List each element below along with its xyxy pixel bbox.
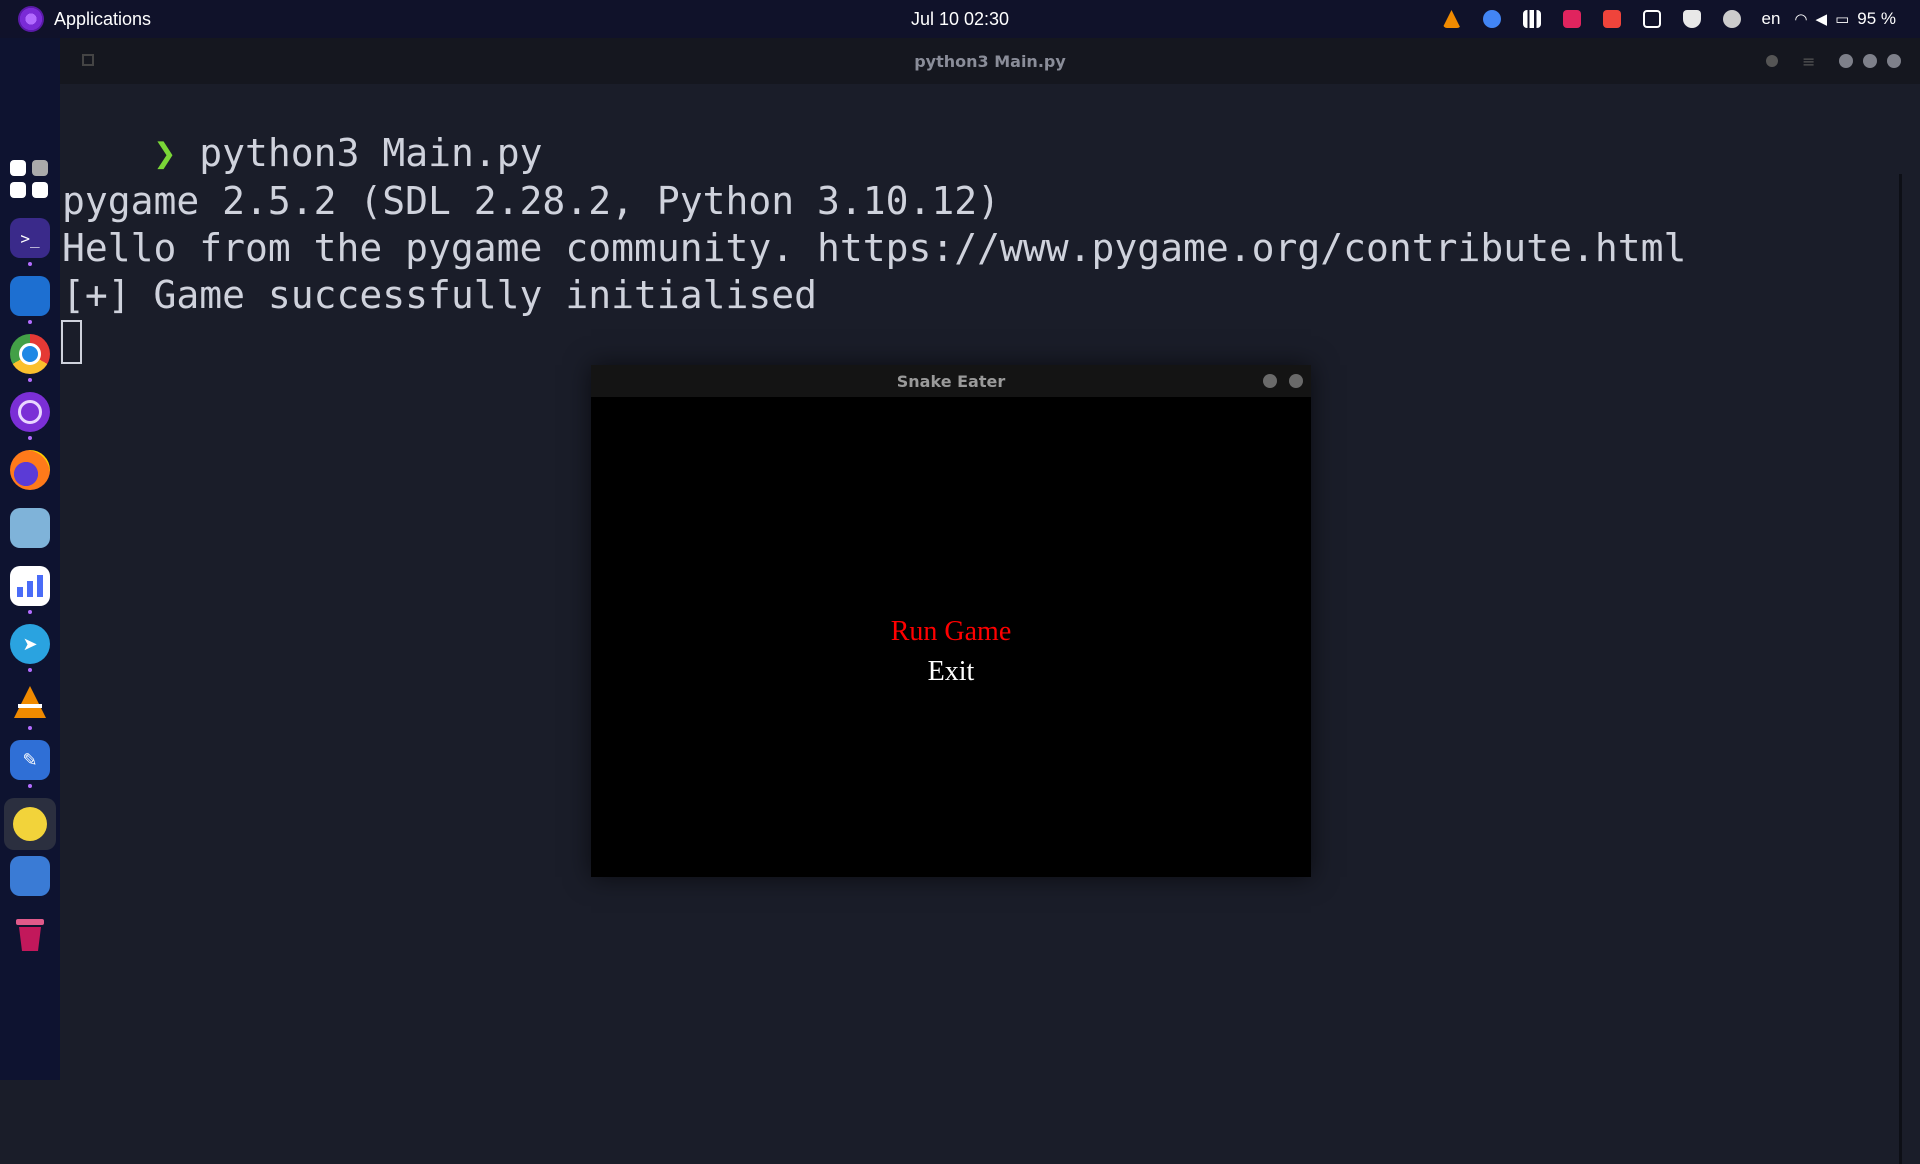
os-logo-icon	[18, 6, 44, 32]
output-line: pygame 2.5.2 (SDL 2.28.2, Python 3.10.12…	[62, 179, 1000, 223]
menu-icon[interactable]: ≡	[1802, 52, 1815, 71]
command-text: python3 Main.py	[199, 131, 543, 175]
new-tab-icon[interactable]	[82, 54, 94, 66]
screen-icon[interactable]	[1642, 10, 1661, 28]
battery-icon[interactable]: ▭	[1835, 10, 1849, 28]
minimize-icon[interactable]	[1839, 54, 1853, 68]
exit-menu-item[interactable]: Exit	[591, 656, 1311, 688]
trash-icon[interactable]	[10, 914, 50, 954]
output-line: [+] Game successfully initialised	[62, 273, 817, 317]
system-tray: en ◠ ◀ ▭ 95 %	[1432, 0, 1907, 38]
keyboard-language[interactable]: en	[1762, 9, 1781, 29]
anime-app-icon[interactable]	[10, 508, 50, 548]
applications-label: Applications	[54, 8, 152, 29]
chart-icon[interactable]	[1522, 10, 1541, 28]
pygame-icon[interactable]	[4, 798, 56, 850]
app-grid-icon[interactable]	[10, 160, 50, 200]
search-icon[interactable]	[1766, 55, 1778, 67]
volume-icon[interactable]: ◀	[1816, 10, 1828, 28]
chrome-remote-icon[interactable]	[1482, 10, 1501, 28]
maximize-icon[interactable]	[1863, 54, 1877, 68]
terminal-titlebar[interactable]: python3 Main.py ≡	[60, 38, 1920, 84]
game-titlebar[interactable]: Snake Eater	[591, 365, 1311, 397]
ruby-icon[interactable]	[1562, 10, 1581, 28]
prompt-symbol: ❯	[153, 131, 177, 175]
game-title: Snake Eater	[896, 371, 1006, 391]
game-window: Snake Eater Run Game Exit	[591, 365, 1311, 877]
dock: >_ ➤ ✎	[0, 38, 60, 1080]
game-minimize-icon[interactable]	[1263, 374, 1277, 388]
chrome-icon[interactable]	[10, 334, 50, 374]
editor-icon[interactable]: ✎	[10, 740, 50, 780]
vlc-dock-icon[interactable]	[10, 682, 50, 722]
applications-menu-button[interactable]: Applications	[18, 6, 151, 32]
terminal-title: python3 Main.py	[914, 51, 1066, 71]
top-bar: Applications Jul 10 02:30 en ◠ ◀ ▭ 95 %	[0, 0, 1920, 38]
shield-icon[interactable]	[1682, 10, 1701, 28]
telegram-icon[interactable]: ➤	[10, 624, 50, 664]
vlc-icon[interactable]	[1442, 10, 1461, 28]
terminal-icon[interactable]: >_	[10, 218, 50, 258]
close-icon[interactable]	[1887, 54, 1901, 68]
battery-percentage[interactable]: 95 %	[1857, 9, 1896, 29]
wifi-icon[interactable]: ◠	[1794, 10, 1807, 28]
clock[interactable]: Jul 10 02:30	[911, 9, 1009, 30]
files-icon[interactable]	[10, 276, 50, 316]
tor-icon[interactable]	[10, 392, 50, 432]
output-line: Hello from the pygame community. https:/…	[62, 226, 1687, 270]
run-game-menu-item[interactable]: Run Game	[591, 616, 1311, 648]
game-close-icon[interactable]	[1289, 374, 1303, 388]
firefox-icon[interactable]	[10, 450, 50, 490]
accessibility-icon[interactable]	[1722, 10, 1741, 28]
remmina-icon[interactable]	[10, 856, 50, 896]
terminal-scrollbar[interactable]	[1899, 174, 1902, 1164]
analytics-icon[interactable]	[10, 566, 50, 606]
terminal-cursor	[61, 320, 82, 364]
anydesk-icon[interactable]	[1602, 10, 1621, 28]
